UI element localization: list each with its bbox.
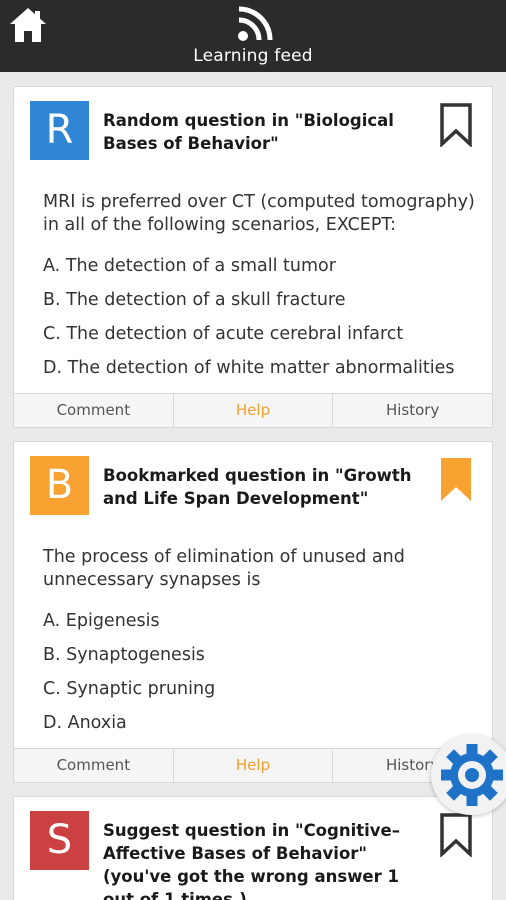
feed-card: S Suggest question in "Cognitive–Affecti… <box>13 796 493 900</box>
card-title: Bookmarked question in "Growth and Life … <box>103 466 412 508</box>
answer-options: A. The detection of a small tumor B. The… <box>43 254 483 390</box>
history-button[interactable]: History <box>333 394 492 427</box>
bookmark-button[interactable] <box>439 813 473 859</box>
feed-card: B Bookmarked question in "Growth and Lif… <box>13 441 493 783</box>
bookmark-filled-icon <box>441 458 471 501</box>
answer-option[interactable]: A. Epigenesis <box>43 609 483 643</box>
answer-option[interactable]: C. Synaptic pruning <box>43 677 483 711</box>
answer-option[interactable]: D. The detection of white matter abnorma… <box>43 356 483 390</box>
answer-option[interactable]: B. The detection of a skull fracture <box>43 288 483 322</box>
card-avatar: B <box>30 456 89 515</box>
card-avatar: S <box>30 811 89 870</box>
card-action-bar: Comment Help History <box>14 748 492 782</box>
card-title: Suggest question in "Cognitive–Affective… <box>103 821 400 900</box>
answer-option[interactable]: B. Synaptogenesis <box>43 643 483 677</box>
help-button[interactable]: Help <box>174 749 334 782</box>
rss-feed-icon <box>237 6 273 42</box>
home-button[interactable] <box>8 6 48 44</box>
gear-icon <box>441 744 503 806</box>
bookmark-button[interactable] <box>439 103 473 149</box>
help-button[interactable]: Help <box>174 394 334 427</box>
answer-option[interactable]: C. The detection of acute cerebral infar… <box>43 322 483 356</box>
comment-button[interactable]: Comment <box>14 394 174 427</box>
bookmark-outline-icon <box>440 103 472 149</box>
card-avatar: R <box>30 101 89 160</box>
question-text: The process of elimination of unused and… <box>43 547 405 590</box>
question-text: MRI is preferred over CT (computed tomog… <box>43 192 475 235</box>
feed-card: R Random question in "Biological Bases o… <box>13 86 493 428</box>
answer-option[interactable]: D. Anoxia <box>43 711 483 745</box>
bookmark-button[interactable] <box>439 458 473 502</box>
settings-button[interactable] <box>431 735 506 815</box>
page-title: Learning feed <box>193 46 313 66</box>
card-title: Random question in "Biological Bases of … <box>103 111 394 153</box>
bookmark-outline-icon <box>440 813 472 859</box>
card-action-bar: Comment Help History <box>14 393 492 427</box>
comment-button[interactable]: Comment <box>14 749 174 782</box>
answer-options: A. Epigenesis B. Synaptogenesis C. Synap… <box>43 609 483 745</box>
home-icon <box>10 8 46 42</box>
answer-option[interactable]: A. The detection of a small tumor <box>43 254 483 288</box>
top-app-bar: Learning feed <box>0 0 506 72</box>
